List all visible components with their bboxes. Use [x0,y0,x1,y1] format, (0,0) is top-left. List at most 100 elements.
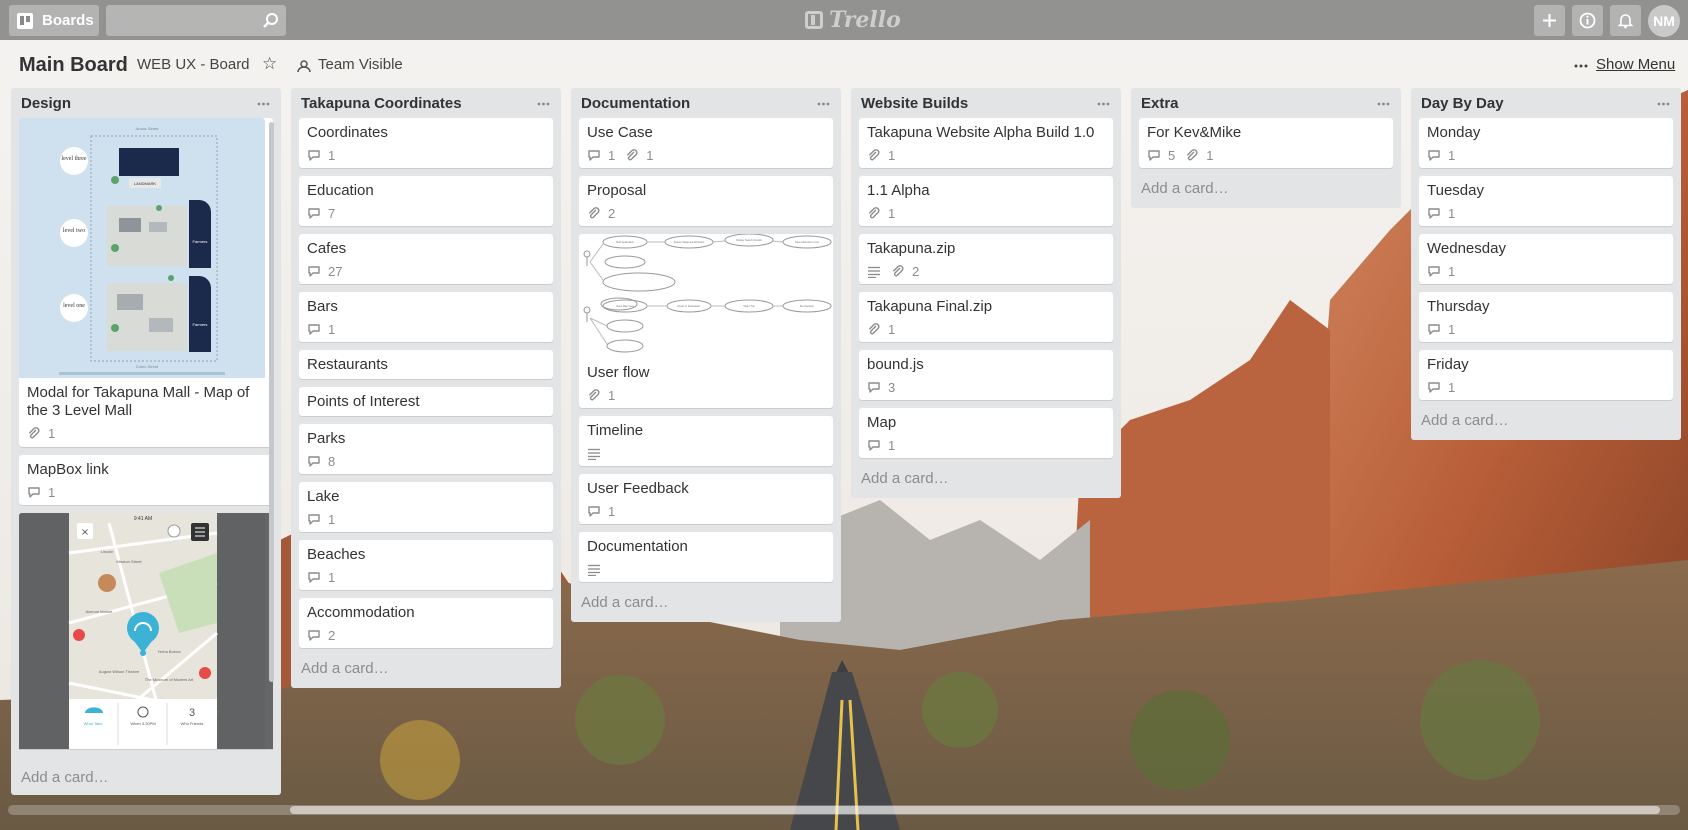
card-badges: 3 [867,379,1105,395]
card-user-flow[interactable]: Start Application Search Takapuna Attrac… [579,234,833,408]
notifications-button[interactable] [1610,5,1641,36]
comment-count: 8 [328,453,336,469]
trello-logo[interactable]: Trello [805,7,901,33]
mall-map-cover-image: Anzac Street level three LANDMARK level … [19,118,265,378]
list-header[interactable]: Website Builds [851,88,1121,118]
add-card-button[interactable]: Add a card… [1131,176,1401,208]
list-menu-icon[interactable] [257,102,270,106]
speech-bubble-icon [308,513,320,525]
list-menu-icon[interactable] [1097,102,1110,106]
description-lines-icon [588,448,600,460]
card-thursday[interactable]: Thursday 1 [1419,292,1673,342]
comment-badge: 1 [867,438,895,453]
paperclip-icon [588,388,600,400]
list-title[interactable]: Takapuna Coordinates [301,95,462,112]
list-header[interactable]: Design [11,88,281,118]
search-input[interactable] [106,5,286,36]
list-design: Design Anzac Street level three LANDMARK… [11,88,281,795]
list-title[interactable]: Design [21,95,71,112]
svg-text:The Museum of Modern Art: The Museum of Modern Art [145,677,194,682]
card-parks[interactable]: Parks 8 [299,424,553,474]
add-button[interactable] [1534,5,1565,36]
comment-badge: 5 [1147,148,1175,163]
card-friday[interactable]: Friday 1 [1419,350,1673,400]
list-title[interactable]: Day By Day [1421,95,1504,112]
organization-link[interactable]: WEB UX - Board [137,56,250,73]
list-header[interactable]: Documentation [571,88,841,118]
card-cafes[interactable]: Cafes 27 [299,234,553,284]
list-menu-icon[interactable] [817,102,830,106]
card-wednesday[interactable]: Wednesday 1 [1419,234,1673,284]
add-card-button[interactable]: Add a card… [851,466,1121,498]
card-timeline[interactable]: Timeline [579,416,833,466]
list-title[interactable]: Documentation [581,95,690,112]
description-badge [587,563,601,576]
card-badges: 2 [587,205,825,221]
card-bars[interactable]: Bars 1 [299,292,553,342]
card-alpha-1-1[interactable]: 1.1 Alpha 1 [859,176,1113,226]
card-phone-mockup[interactable]: 9:41 AM × Lincoln Mission Street Avenue … [19,513,273,749]
scrollbar-thumb[interactable] [290,806,1660,814]
comment-count: 1 [1448,379,1456,395]
card-proposal[interactable]: Proposal 2 [579,176,833,226]
add-card-button[interactable]: Add a card… [291,656,561,688]
more-dots-icon[interactable] [1574,64,1588,68]
card-bound-js[interactable]: bound.js 3 [859,350,1113,400]
list-title[interactable]: Website Builds [861,95,968,112]
card-takapuna-final-zip[interactable]: Takapuna Final.zip 1 [859,292,1113,342]
card-mapbox-link[interactable]: MapBox link 1 [19,455,273,505]
attachment-count: 2 [912,263,920,279]
card-map[interactable]: Map 1 [859,408,1113,458]
boards-button[interactable]: Boards [9,5,99,36]
card-lake[interactable]: Lake 1 [299,482,553,532]
comment-count: 1 [1448,263,1456,279]
visibility-button[interactable]: Team Visible [318,56,403,73]
card-restaurants[interactable]: Restaurants [299,350,553,379]
card-title: User Feedback [587,480,689,497]
card-badges: 27 [307,263,545,279]
search-icon[interactable] [262,12,279,29]
svg-text:level three: level three [61,156,86,162]
card-coordinates[interactable]: Coordinates 1 [299,118,553,168]
card-documentation[interactable]: Documentation [579,532,833,582]
card-tuesday[interactable]: Tuesday 1 [1419,176,1673,226]
card-beaches[interactable]: Beaches 1 [299,540,553,590]
card-points-of-interest[interactable]: Points of Interest [299,387,553,416]
list-header[interactable]: Extra [1131,88,1401,118]
card-alpha-build[interactable]: Takapuna Website Alpha Build 1.0 1 [859,118,1113,168]
card-for-kev-mike[interactable]: For Kev&Mike 5 1 [1139,118,1393,168]
card-mall-map[interactable]: Anzac Street level three LANDMARK level … [19,118,273,447]
card-education[interactable]: Education 7 [299,176,553,226]
comment-count: 5 [1168,147,1176,163]
list-title[interactable]: Extra [1141,95,1179,112]
card-monday[interactable]: Monday 1 [1419,118,1673,168]
paperclip-icon [868,322,880,334]
card-use-case[interactable]: Use Case 1 1 [579,118,833,168]
list-header[interactable]: Day By Day [1411,88,1681,118]
attachment-count: 1 [48,425,56,441]
attachment-badge: 1 [867,206,895,221]
svg-text:Open Map View: Open Map View [616,305,634,308]
card-accommodation[interactable]: Accommodation 2 [299,598,553,648]
add-card-button[interactable]: Add a card… [1411,408,1681,440]
card-user-feedback[interactable]: User Feedback 1 [579,474,833,524]
card-title: Friday [1427,356,1469,373]
info-button[interactable] [1572,5,1603,36]
list-header[interactable]: Takapuna Coordinates [291,88,561,118]
paperclip-icon [868,148,880,160]
show-menu-link[interactable]: Show Menu [1596,56,1675,73]
list-menu-icon[interactable] [1657,102,1670,106]
avatar[interactable]: NM [1648,5,1680,37]
add-card-button[interactable]: Add a card… [571,590,841,622]
list-menu-icon[interactable] [537,102,550,106]
list-menu-icon[interactable] [1377,102,1390,106]
board-horizontal-scrollbar[interactable] [8,805,1680,815]
design-list-scrollbar[interactable] [269,122,274,682]
board-title[interactable]: Main Board [19,54,128,77]
card-takapuna-zip[interactable]: Takapuna.zip 2 [859,234,1113,284]
star-icon[interactable]: ☆ [262,54,277,74]
add-card-button[interactable]: Add a card… [11,763,281,795]
card-badges: 1 [27,425,265,441]
svg-text:Who Friends: Who Friends [181,721,204,726]
description-badge [867,265,881,278]
